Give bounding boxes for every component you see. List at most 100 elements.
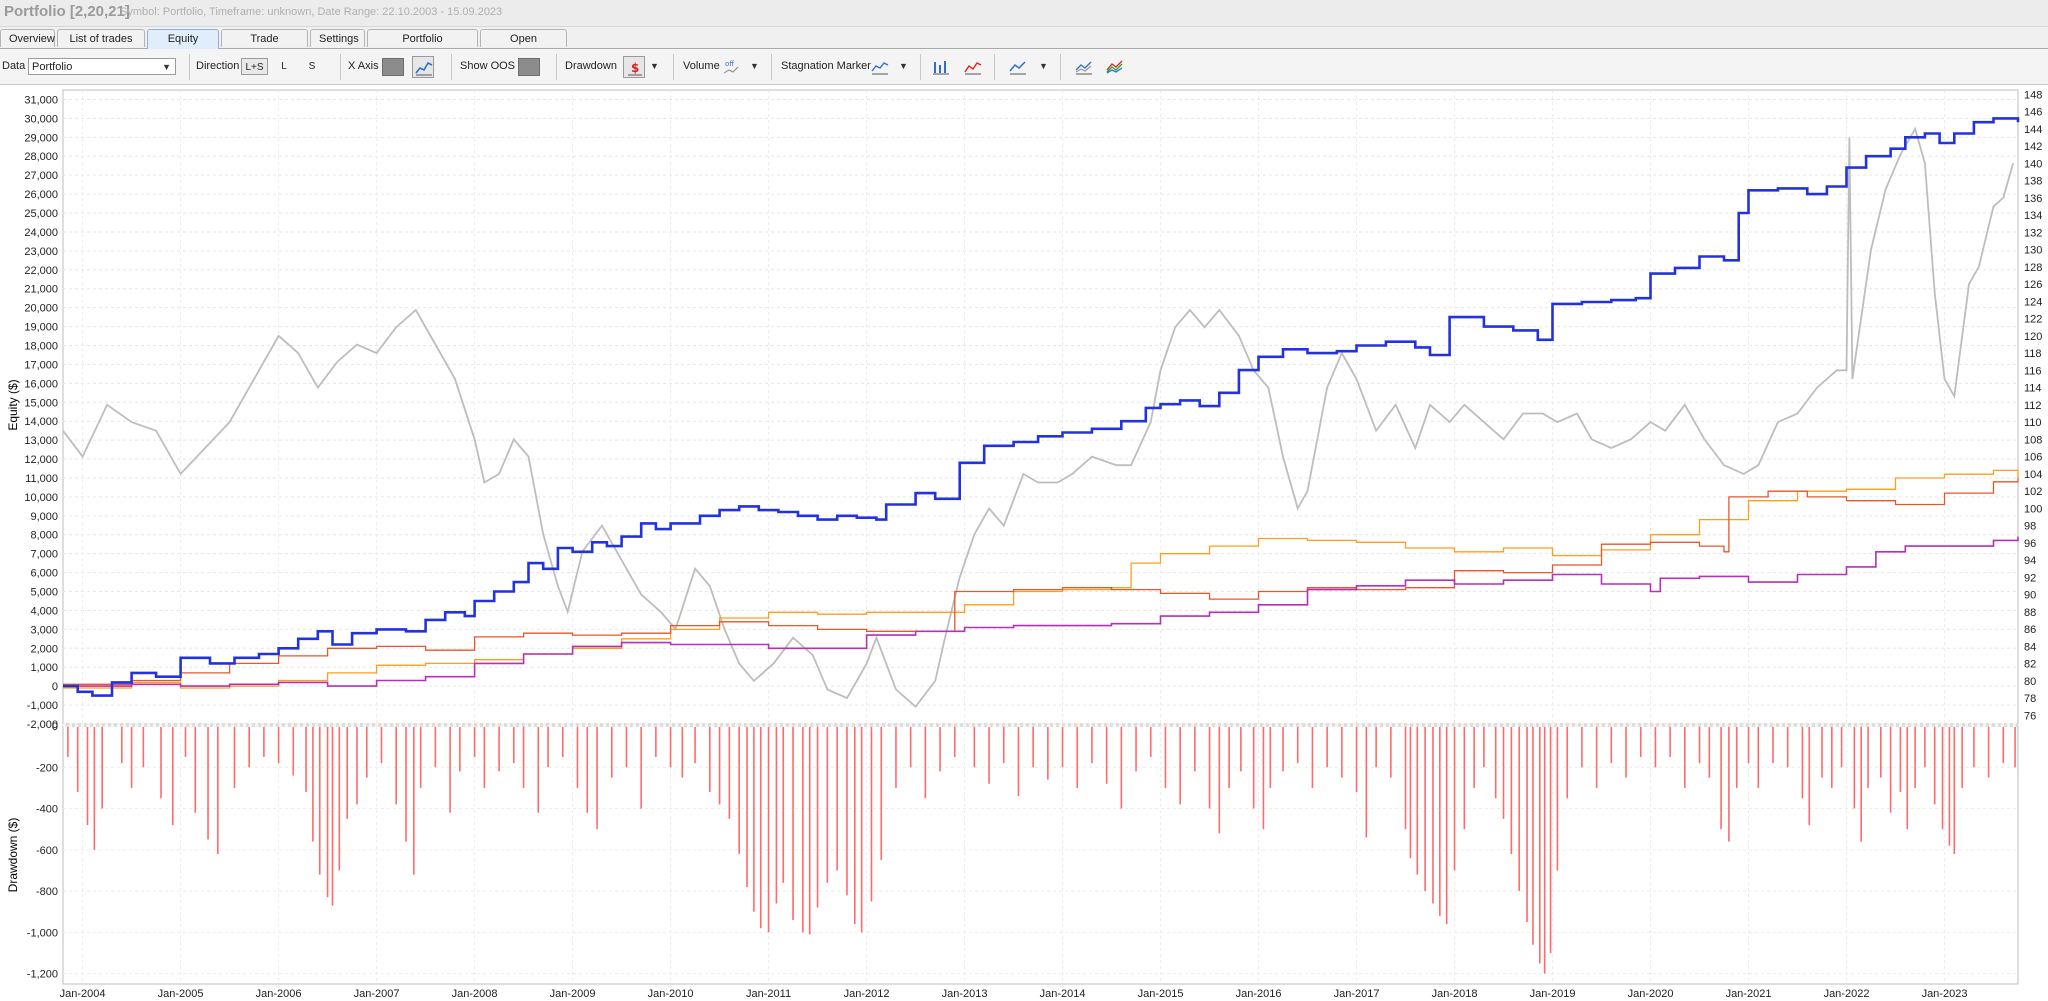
tab-portfolio-correlation[interactable]: Portfolio correlation [367,29,478,63]
benchmark-y-tick-label: 92 [2024,572,2036,584]
window-subtitle: Symbol: Portfolio, Timeframe: unknown, D… [120,6,503,18]
benchmark-y-tick-label: 102 [2024,486,2042,498]
toolbar-separator [340,54,341,80]
benchmark-y-tick-label: 144 [2024,124,2042,136]
equity-y-tick-label: 14,000 [24,416,58,428]
benchmark-y-tick-label: 120 [2024,331,2042,343]
benchmark-y-tick-label: 84 [2024,641,2036,653]
benchmark-y-tick-label: 106 [2024,452,2042,464]
volume-off-icon: off [723,60,739,74]
data-select[interactable]: Portfolio ▼ [28,58,176,75]
equity-y-tick-label: 25,000 [24,208,58,220]
drawdown-button[interactable]: $ [623,56,645,78]
x-tick-label: Jan-2016 [1236,988,1282,1000]
x-axis-time-button[interactable] [412,56,434,78]
benchmark-y-tick-label: 146 [2024,107,2042,119]
equity-y-tick-label: 9,000 [30,511,58,523]
direction-long-short-button[interactable]: L+S [241,58,268,75]
benchmark-y-tick-label: 76 [2024,710,2036,722]
benchmark-y-tick-label: 112 [2024,400,2042,412]
equity-y-tick-label: 13,000 [24,435,58,447]
benchmark-y-tick-label: 86 [2024,624,2036,636]
equity-y-tick-label: 22,000 [24,265,58,277]
data-label: Data [2,60,26,72]
equity-chart-svg: 31,000 30,000 29,000 28,000 27,000 26,000 25,0… [6,89,2042,1000]
tab-bar: Overview List of trades Equity chart Tra… [0,29,2048,63]
benchmark-y-tick-label: 138 [2024,176,2042,188]
tab-settings[interactable]: Settings [310,29,365,47]
multi-series-icon [1106,60,1123,74]
equity-y-tick-label: 21,000 [24,284,58,296]
chart-area: 31,000 30,000 29,000 28,000 27,000 26,000 25,0… [0,85,2048,1001]
x-axis-trades-button[interactable] [382,58,404,76]
chart-type-dropdown-icon[interactable]: ▼ [1039,49,1048,84]
equity-y-tick-label: 0 [52,681,58,693]
toolbar-separator [673,54,674,80]
benchmark-y-tick-label: 126 [2024,279,2042,291]
equity-y-tick-label: 27,000 [24,170,58,182]
benchmark-y-tick-label: 98 [2024,521,2036,533]
equity-y-tick-label: 10,000 [24,492,58,504]
benchmark-y-tick-label: 96 [2024,538,2036,550]
time-chart-icon [415,61,433,76]
benchmark-y-tick-label: 128 [2024,262,2042,274]
chart-type-button[interactable] [1007,56,1029,78]
equity-y-tick-label: 31,000 [24,94,58,106]
data-select-value: Portfolio [32,61,73,73]
line-chart-icon [1009,61,1026,75]
toolbar-separator [556,54,557,80]
show-oos-button[interactable] [518,58,540,76]
x-tick-label: Jan-2022 [1824,988,1870,1000]
tab-trade-analysis[interactable]: Trade analysis [221,29,308,63]
equity-y-tick-label: 17,000 [24,359,58,371]
tab-equity-chart[interactable]: Equity chart [147,29,219,63]
toolbar-separator [920,54,921,80]
benchmark-y-tick-label: 140 [2024,158,2042,170]
equity-y-tick-label: 2,000 [30,643,58,655]
equity-y-tick-label: 1,000 [30,662,58,674]
chart-style-button-2[interactable] [962,56,984,78]
tab-overview[interactable]: Overview [0,29,55,47]
x-tick-label: Jan-2011 [746,988,791,1000]
stagnation-marker-button[interactable] [869,56,891,78]
x-tick-label: Jan-2014 [1040,988,1086,1000]
stagnation-marker-label: Stagnation Marker [781,60,871,72]
multi-series-button[interactable] [1104,56,1126,78]
equity-y-tick-label: 6,000 [30,568,58,580]
title-bar: Portfolio [2,20,21] Symbol: Portfolio, T… [0,0,2048,27]
tab-open-balances[interactable]: Open balances [480,29,567,63]
volume-label: Volume [683,60,720,72]
equity-y-tick-label: 12,000 [24,454,58,466]
equity-y-tick-label: 24,000 [24,227,58,239]
equity-y-tick-label: 4,000 [30,605,58,617]
drawdown-dropdown-icon[interactable]: ▼ [650,49,659,84]
drawdown-y-tick-label: -400 [36,804,58,816]
benchmark-y-tick-label: 82 [2024,659,2036,671]
volume-button[interactable]: off [720,56,742,78]
chart-style-button-1[interactable] [930,56,952,78]
equity-y-tick-label: 29,000 [24,132,58,144]
drawdown-y-tick-label: -1,200 [27,969,58,981]
x-tick-label: Jan-2009 [550,988,596,1000]
direction-long-button[interactable]: L [276,58,292,75]
stagnation-dropdown-icon[interactable]: ▼ [899,49,908,84]
equity-y-tick-label: 11,000 [25,473,58,485]
tab-list-of-trades[interactable]: List of trades [57,29,145,47]
x-tick-label: Jan-2005 [158,988,204,1000]
compare-chart-button[interactable] [1073,56,1095,78]
x-tick-label: Jan-2010 [648,988,694,1000]
direction-short-button[interactable]: S [304,58,320,75]
x-tick-label: Jan-2019 [1530,988,1576,1000]
equity-axis-label: Equity ($) [6,379,20,430]
drawdown-icon: $ [628,61,642,76]
equity-y-tick-label: 8,000 [30,530,58,542]
drawdown-label: Drawdown [565,60,617,72]
benchmark-y-tick-label: 80 [2024,676,2036,688]
volume-dropdown-icon[interactable]: ▼ [750,49,759,84]
equity-y-tick-label: 15,000 [24,397,58,409]
equity-y-tick-label: 30,000 [24,113,58,125]
benchmark-y-tick-label: 114 [2024,383,2042,395]
equity-y-tick-label: 19,000 [24,322,58,334]
x-tick-label: Jan-2023 [1922,988,1968,1000]
benchmark-y-tick-label: 100 [2024,503,2042,515]
